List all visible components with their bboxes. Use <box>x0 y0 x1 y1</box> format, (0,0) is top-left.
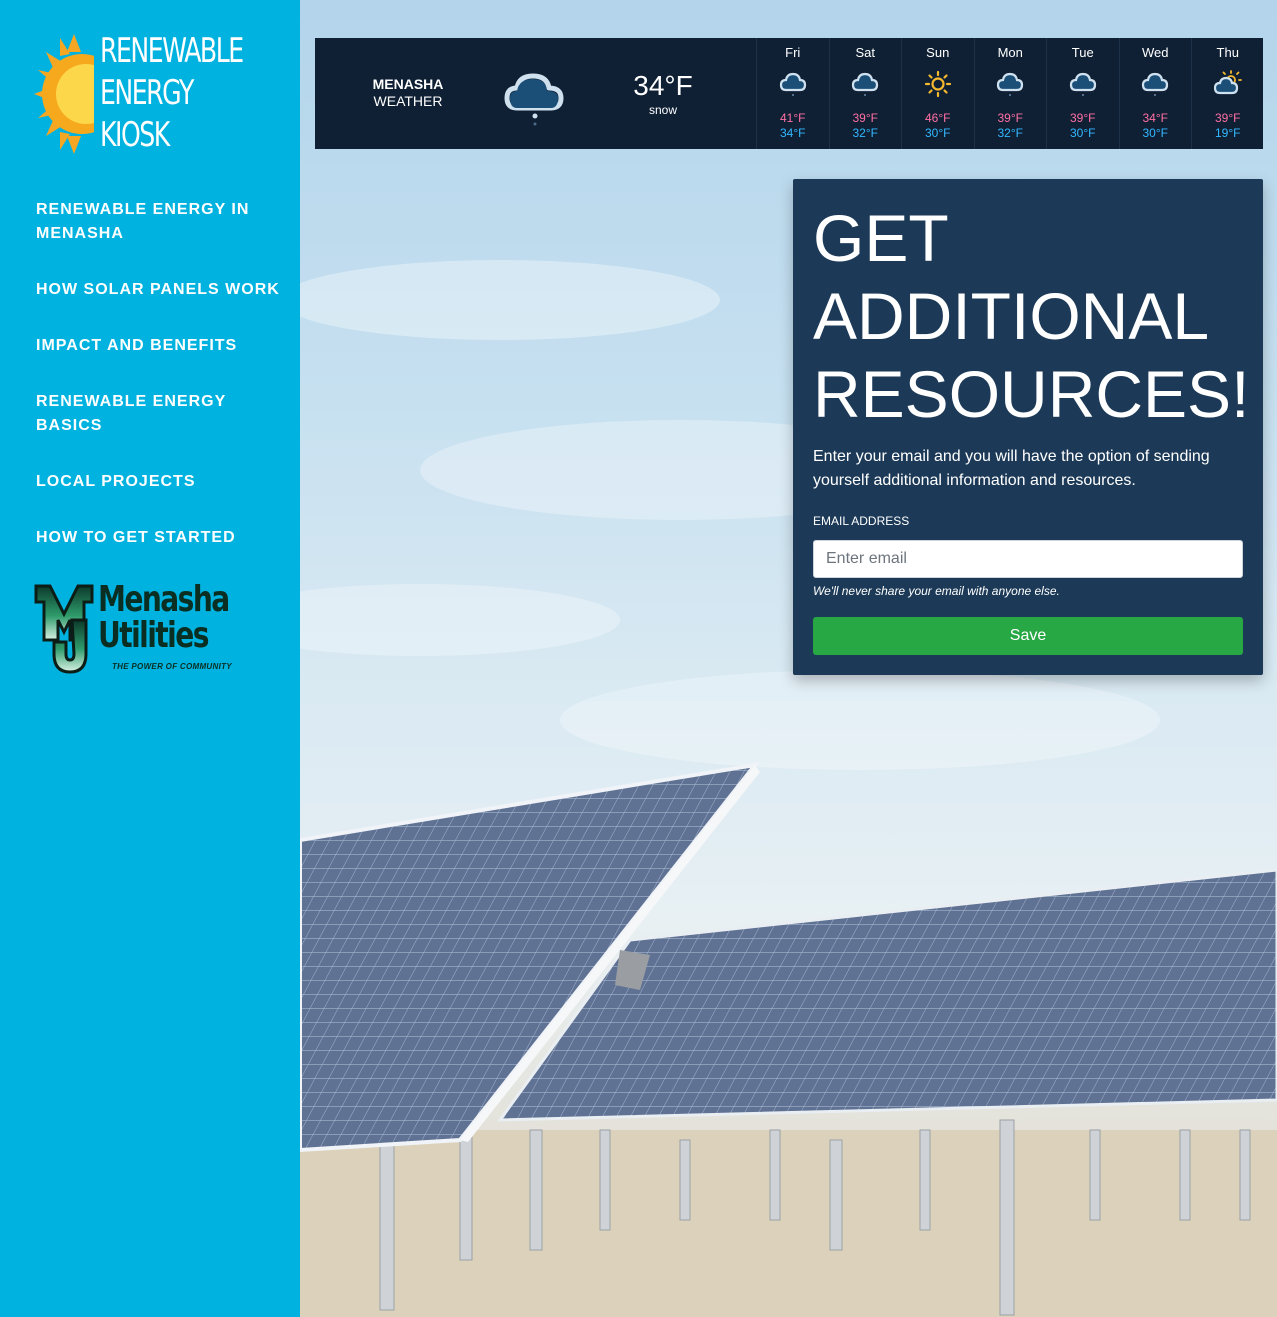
forecast-low: 30°F <box>1070 126 1096 140</box>
cloud-icon <box>1069 72 1096 96</box>
kiosk-logo-line: KIOSK <box>100 115 170 155</box>
email-input[interactable] <box>813 540 1243 578</box>
nav-how-solar-panels-work[interactable]: HOW SOLAR PANELS WORK <box>36 278 286 302</box>
current-weather: 34°F snow <box>615 70 711 118</box>
forecast-low: 30°F <box>925 126 951 140</box>
forecast-low: 32°F <box>997 126 1023 140</box>
forecast-low: 19°F <box>1215 126 1241 140</box>
current-condition: snow <box>648 103 677 117</box>
forecast-high: 39°F <box>1070 111 1096 125</box>
email-label: EMAIL ADDRESS <box>813 514 910 528</box>
cloud-icon <box>852 72 879 96</box>
forecast-day: Sat 39°F 32°F <box>828 38 902 149</box>
panel-description: Enter your email and you will have the o… <box>813 448 1210 489</box>
nav-renewable-energy-in-menasha[interactable]: RENEWABLE ENERGY IN MENASHA <box>36 198 286 246</box>
mu-logo-line: Utilities <box>98 615 209 656</box>
weather-location: MENASHA WEATHER <box>355 76 461 110</box>
kiosk-logo-line: RENEWABLE <box>100 31 244 71</box>
partly-sunny-icon <box>1213 70 1242 95</box>
sun-icon <box>924 70 951 98</box>
mu-logo-line: Menasha <box>98 579 230 620</box>
kiosk-logo-text: RENEWABLE ENERGY KIOSK <box>100 30 250 156</box>
kiosk-logo-line: ENERGY <box>100 73 194 113</box>
cloud-icon <box>997 72 1024 96</box>
mu-monogram-icon <box>34 584 94 674</box>
forecast-high: 41°F <box>780 111 806 125</box>
forecast-low: 34°F <box>780 126 806 140</box>
weather-city: MENASHA <box>372 76 444 92</box>
forecast-high: 46°F <box>925 111 951 125</box>
mu-logo-tagline: THE POWER OF COMMUNITY <box>112 662 232 671</box>
forecast-day: Wed 34°F 30°F <box>1118 38 1192 149</box>
forecast-day: Mon 39°F 32°F <box>973 38 1047 149</box>
forecast-high: 39°F <box>997 111 1023 125</box>
menasha-utilities-logo: Menasha Utilities THE POWER OF COMMUNITY <box>34 578 244 678</box>
forecast-day-name: Wed <box>1142 45 1169 60</box>
snow-cloud-icon <box>504 73 564 126</box>
forecast-day-name: Sun <box>926 45 950 60</box>
forecast-day-name: Fri <box>785 45 801 60</box>
current-temperature: 34°F <box>633 70 693 101</box>
panel-title: GET ADDITIONAL RESOURCES! <box>813 201 1250 431</box>
forecast-low: 32°F <box>852 126 878 140</box>
forecast-high: 39°F <box>1215 111 1241 125</box>
additional-resources-panel: GET ADDITIONAL RESOURCES! Enter your ema… <box>793 179 1263 675</box>
weather-widget: MENASHA WEATHER 34°F snow Fri 41°F 34°F … <box>315 38 1263 149</box>
forecast-low: 30°F <box>1142 126 1168 140</box>
email-help-text: We'll never share your email with anyone… <box>813 584 1060 598</box>
forecast-day: Fri 41°F 34°F <box>756 38 829 149</box>
forecast-high: 39°F <box>852 111 878 125</box>
nav-how-to-get-started[interactable]: HOW TO GET STARTED <box>36 526 286 550</box>
forecast-day-name: Thu <box>1216 45 1239 60</box>
forecast-day: Thu 39°F 19°F <box>1191 38 1264 149</box>
nav-local-projects[interactable]: LOCAL PROJECTS <box>36 470 286 494</box>
forecast-day-name: Tue <box>1071 45 1094 60</box>
renewable-energy-kiosk-logo[interactable]: RENEWABLE ENERGY KIOSK <box>34 30 244 160</box>
forecast-day: Sun 46°F 30°F <box>901 38 974 149</box>
sidebar: RENEWABLE ENERGY KIOSK RENEWABLE ENERGY … <box>0 0 300 1317</box>
forecast-day: Tue 39°F 30°F <box>1046 38 1119 149</box>
forecast-high: 34°F <box>1142 111 1168 125</box>
cloud-icon <box>1142 72 1169 96</box>
weather-label: WEATHER <box>373 93 443 109</box>
weather-forecast: Fri 41°F 34°F Sat 39°F 32°F Sun 46°F 30°… <box>756 38 1264 149</box>
nav-renewable-energy-basics[interactable]: RENEWABLE ENERGY BASICS <box>36 390 286 438</box>
cloud-icon <box>779 72 806 96</box>
forecast-day-name: Sat <box>855 45 875 60</box>
forecast-day-name: Mon <box>997 45 1023 60</box>
save-button[interactable]: Save <box>813 617 1243 655</box>
main-nav: RENEWABLE ENERGY IN MENASHA HOW SOLAR PA… <box>36 198 286 582</box>
nav-impact-and-benefits[interactable]: IMPACT AND BENEFITS <box>36 334 286 358</box>
